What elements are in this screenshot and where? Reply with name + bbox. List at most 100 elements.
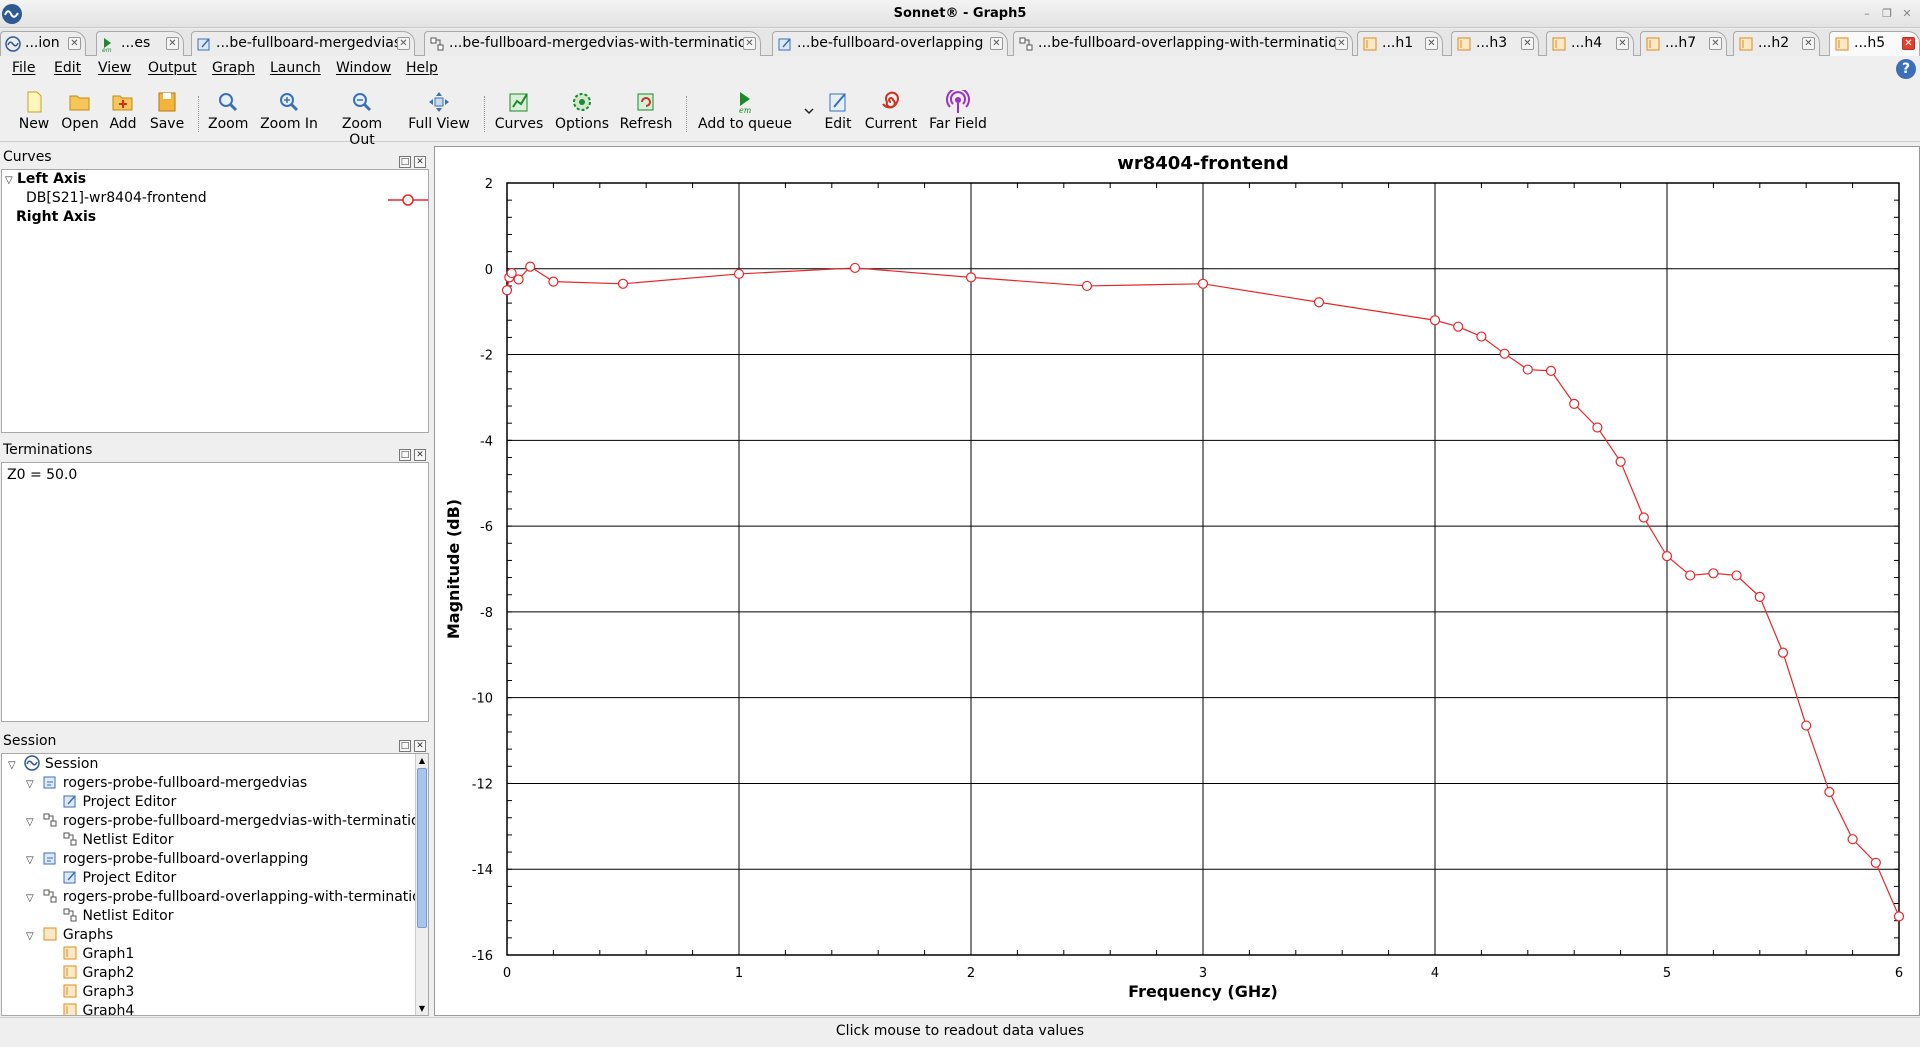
data-point[interactable] bbox=[849, 262, 861, 274]
data-point[interactable] bbox=[548, 276, 559, 287]
expand-triangle-icon[interactable]: ▽ bbox=[26, 855, 38, 866]
options-button[interactable]: Options bbox=[554, 90, 610, 142]
tab-close-icon[interactable]: ✕ bbox=[743, 37, 756, 50]
data-point[interactable] bbox=[1870, 857, 1881, 868]
data-point[interactable] bbox=[1313, 297, 1325, 308]
data-point[interactable] bbox=[501, 285, 513, 296]
menu-graph[interactable]: Graph bbox=[212, 60, 255, 76]
tree-right-axis[interactable]: Right Axis bbox=[16, 209, 96, 225]
tab-close-icon[interactable]: ✕ bbox=[397, 37, 410, 50]
data-point[interactable] bbox=[1081, 280, 1093, 292]
tree-netlist-editor[interactable]: Netlist Editor bbox=[62, 831, 173, 848]
data-point[interactable] bbox=[1638, 512, 1649, 523]
data-point[interactable] bbox=[1429, 315, 1441, 326]
data-point[interactable] bbox=[1453, 321, 1464, 332]
tab-close-icon[interactable]: ✕ bbox=[990, 37, 1003, 50]
expand-triangle-icon[interactable]: ▽ bbox=[5, 175, 17, 186]
tree-graph-item[interactable]: Graph1 bbox=[62, 945, 134, 962]
tab-close-icon[interactable]: ✕ bbox=[68, 37, 81, 50]
tab-overlapping[interactable]: ...be-fullboard-overlapping ✕ bbox=[772, 31, 1008, 56]
expand-triangle-icon[interactable]: ▽ bbox=[26, 893, 38, 904]
data-point[interactable] bbox=[1824, 786, 1835, 798]
data-point[interactable] bbox=[1708, 568, 1719, 579]
tab-graph4[interactable]: ...h4 ✕ bbox=[1546, 31, 1634, 56]
tab-overlapping-with-termination[interactable]: ...be-fullboard-overlapping-with-termina… bbox=[1013, 31, 1353, 56]
data-point[interactable] bbox=[1615, 456, 1626, 467]
edit-button[interactable]: Edit bbox=[822, 90, 854, 142]
tab-close-icon[interactable]: ✕ bbox=[1521, 37, 1534, 50]
data-point[interactable] bbox=[733, 268, 745, 280]
data-point[interactable] bbox=[1893, 911, 1905, 922]
data-point[interactable] bbox=[1522, 364, 1533, 375]
zoom-in-button[interactable]: Zoom In bbox=[260, 90, 318, 142]
data-point[interactable] bbox=[1592, 422, 1603, 433]
data-point[interactable] bbox=[1777, 647, 1789, 658]
tree-project-mergedvias[interactable]: ▽ rogers-probe-fullboard-mergedvias bbox=[26, 774, 307, 791]
tree-graph-item[interactable]: Graph3 bbox=[62, 983, 134, 1000]
tree-project-mergedvias-termination[interactable]: ▽ rogers-probe-fullboard-mergedvias-with… bbox=[26, 812, 428, 829]
tab-em-jobs[interactable]: em ...es ✕ bbox=[96, 31, 184, 56]
refresh-button[interactable]: Refresh bbox=[618, 90, 674, 142]
tree-project-overlapping[interactable]: ▽ rogers-probe-fullboard-overlapping bbox=[26, 850, 308, 867]
tab-close-icon[interactable]: ✕ bbox=[1616, 37, 1629, 50]
tree-session-root[interactable]: ▽ Session bbox=[8, 755, 98, 772]
tree-project-editor[interactable]: Project Editor bbox=[62, 793, 176, 810]
expand-triangle-icon[interactable]: ▽ bbox=[26, 817, 38, 828]
new-button[interactable]: New bbox=[16, 90, 52, 142]
data-point[interactable] bbox=[1801, 720, 1812, 731]
data-point[interactable] bbox=[1569, 398, 1580, 409]
session-scrollbar[interactable]: ▲ ▼ bbox=[415, 754, 428, 1015]
close-panel-icon[interactable]: ✕ bbox=[414, 156, 426, 168]
data-point[interactable] bbox=[1476, 331, 1487, 342]
tree-graph-item[interactable]: Graph4 bbox=[62, 1002, 134, 1015]
data-point[interactable] bbox=[1731, 570, 1742, 581]
float-panel-icon[interactable]: □ bbox=[399, 449, 411, 461]
expand-triangle-icon[interactable]: ▽ bbox=[26, 779, 38, 790]
expand-triangle-icon[interactable]: ▽ bbox=[8, 760, 20, 771]
curves-button[interactable]: Curves bbox=[494, 90, 544, 142]
menu-launch[interactable]: Launch bbox=[270, 60, 321, 76]
close-panel-icon[interactable]: ✕ bbox=[414, 449, 426, 461]
minimize-icon[interactable]: – bbox=[1860, 7, 1874, 21]
menu-output[interactable]: Output bbox=[148, 60, 197, 76]
graph-panel[interactable]: wr8404-frontend 0 1 2 3 4 5 6 2 0 -2 -4 -6 -8 -10 -12… bbox=[434, 146, 1920, 1016]
data-point[interactable] bbox=[1847, 834, 1858, 845]
tab-mergedvias[interactable]: ...be-fullboard-mergedvias ✕ bbox=[191, 31, 415, 56]
help-icon[interactable]: ? bbox=[1896, 59, 1916, 79]
scroll-up-icon[interactable]: ▲ bbox=[416, 754, 428, 767]
tab-close-icon[interactable]: ✕ bbox=[1335, 37, 1348, 50]
data-point[interactable] bbox=[525, 261, 536, 272]
data-point[interactable] bbox=[1754, 591, 1765, 602]
tree-project-editor[interactable]: Project Editor bbox=[62, 869, 176, 886]
zoom-out-button[interactable]: Zoom Out bbox=[328, 90, 396, 148]
tree-netlist-editor[interactable]: Netlist Editor bbox=[62, 907, 173, 924]
open-button[interactable]: Open bbox=[60, 90, 100, 142]
expand-triangle-icon[interactable]: ▽ bbox=[26, 931, 38, 942]
close-icon[interactable]: ✕ bbox=[1900, 7, 1914, 21]
data-point[interactable] bbox=[1545, 365, 1557, 376]
tab-close-icon[interactable]: ✕ bbox=[1902, 37, 1915, 50]
chart-svg[interactable]: wr8404-frontend 0 1 2 3 4 5 6 2 0 -2 -4 -6 -8 -10 -12… bbox=[435, 147, 1919, 1015]
data-point[interactable] bbox=[1197, 278, 1209, 289]
data-point[interactable] bbox=[513, 274, 524, 285]
zoom-button[interactable]: Zoom bbox=[208, 90, 248, 142]
data-point[interactable] bbox=[965, 272, 977, 283]
tab-graph5[interactable]: ...h5 ✕ bbox=[1829, 31, 1920, 56]
tab-mergedvias-with-termination[interactable]: ...be-fullboard-mergedvias-with-terminat… bbox=[424, 31, 761, 56]
float-panel-icon[interactable]: □ bbox=[399, 740, 411, 752]
tab-close-icon[interactable]: ✕ bbox=[166, 37, 179, 50]
data-point[interactable] bbox=[1661, 551, 1673, 562]
close-panel-icon[interactable]: ✕ bbox=[414, 740, 426, 752]
tab-close-icon[interactable]: ✕ bbox=[1709, 37, 1722, 50]
scrollbar-thumb[interactable] bbox=[417, 768, 427, 928]
tab-graph3[interactable]: ...h3 ✕ bbox=[1451, 31, 1539, 56]
tab-graph7[interactable]: ...h7 ✕ bbox=[1640, 31, 1727, 56]
tree-left-axis[interactable]: ▽ Left Axis bbox=[5, 171, 86, 187]
tab-close-icon[interactable]: ✕ bbox=[1802, 37, 1815, 50]
full-view-button[interactable]: Full View bbox=[406, 90, 472, 142]
scroll-down-icon[interactable]: ▼ bbox=[416, 1002, 428, 1015]
tree-graph-item[interactable]: Graph2 bbox=[62, 964, 134, 981]
maximize-icon[interactable]: ❐ bbox=[1880, 7, 1894, 21]
tab-close-icon[interactable]: ✕ bbox=[1425, 37, 1438, 50]
float-panel-icon[interactable]: □ bbox=[399, 156, 411, 168]
